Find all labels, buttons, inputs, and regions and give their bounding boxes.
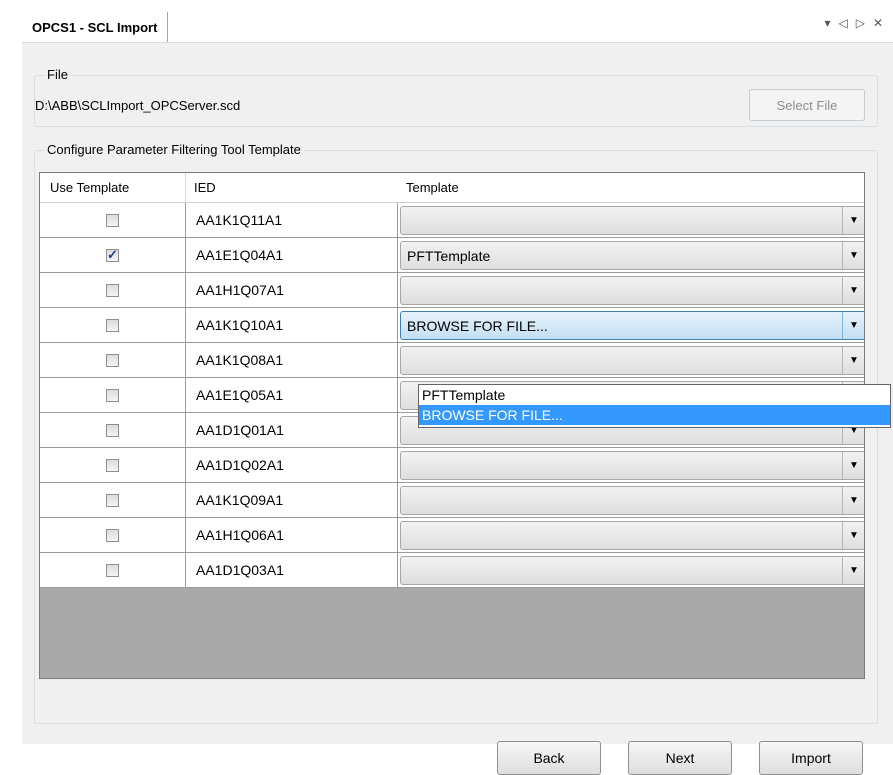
template-combobox[interactable]: BROWSE FOR FILE... ▼ (400, 311, 864, 340)
use-template-checkbox[interactable] (106, 423, 119, 437)
dropdown-arrow-icon[interactable]: ▼ (842, 557, 864, 584)
file-group-label: File (44, 67, 71, 82)
ied-cell: AA1K1Q11A1 (186, 203, 398, 238)
document-tab-strip: OPCS1 - SCL Import ▾ ◁ ▷ ✕ (0, 0, 893, 42)
use-template-cell (40, 518, 186, 553)
table-row: AA1K1Q08A1 ▼ (40, 343, 864, 378)
dropdown-arrow-icon[interactable]: ▼ (842, 242, 864, 269)
select-file-button[interactable]: Select File (749, 89, 865, 121)
dropdown-arrow-icon[interactable]: ▼ (842, 522, 864, 549)
template-combobox[interactable]: ▼ (400, 556, 864, 585)
template-dropdown-list: PFTTemplate BROWSE FOR FILE... (418, 384, 891, 428)
template-cell: ▼ (398, 343, 864, 378)
template-combobox[interactable]: ▼ (400, 521, 864, 550)
next-button[interactable]: Next (628, 741, 732, 775)
use-template-checkbox[interactable] (106, 247, 119, 263)
column-header-use-template[interactable]: Use Template (40, 173, 186, 202)
ied-cell: AA1K1Q09A1 (186, 483, 398, 518)
template-cell: ▼ (398, 518, 864, 553)
use-template-cell (40, 238, 186, 273)
use-template-checkbox[interactable] (106, 458, 119, 472)
ied-cell: AA1E1Q05A1 (186, 378, 398, 413)
table-row: AA1K1Q10A1 BROWSE FOR FILE... ▼ (40, 308, 864, 343)
ied-cell: AA1E1Q04A1 (186, 238, 398, 273)
ied-cell: AA1H1Q07A1 (186, 273, 398, 308)
close-icon[interactable]: ✕ (873, 16, 883, 30)
template-cell: ▼ (398, 448, 864, 483)
table-row: AA1D1Q03A1 ▼ (40, 553, 864, 588)
template-cell: PFTTemplate ▼ (398, 238, 864, 273)
template-cell: ▼ (398, 273, 864, 308)
configure-template-group-label: Configure Parameter Filtering Tool Templ… (44, 142, 304, 157)
template-cell: ▼ (398, 483, 864, 518)
scroll-right-icon[interactable]: ▷ (856, 16, 865, 30)
template-cell: ▼ (398, 203, 864, 238)
use-template-checkbox[interactable] (106, 493, 119, 507)
dropdown-arrow-icon[interactable]: ▼ (842, 277, 864, 304)
use-template-cell (40, 343, 186, 378)
use-template-checkbox[interactable] (106, 388, 119, 402)
use-template-cell (40, 273, 186, 308)
template-combobox-value: BROWSE FOR FILE... (407, 317, 548, 334)
use-template-cell (40, 553, 186, 588)
ied-cell: AA1K1Q08A1 (186, 343, 398, 378)
use-template-checkbox[interactable] (106, 353, 119, 367)
table-row: AA1K1Q11A1 ▼ (40, 203, 864, 238)
use-template-checkbox[interactable] (106, 318, 119, 332)
template-combobox[interactable]: ▼ (400, 346, 864, 375)
use-template-cell (40, 413, 186, 448)
use-template-checkbox[interactable] (106, 563, 119, 577)
dropdown-arrow-icon[interactable]: ▼ (842, 207, 864, 234)
dropdown-arrow-icon[interactable]: ▼ (842, 487, 864, 514)
table-row: AA1H1Q06A1 ▼ (40, 518, 864, 553)
back-button[interactable]: Back (497, 741, 601, 775)
template-cell: BROWSE FOR FILE... ▼ (398, 308, 864, 343)
template-cell: ▼ (398, 553, 864, 588)
use-template-cell (40, 378, 186, 413)
use-template-cell (40, 203, 186, 238)
template-combobox[interactable]: ▼ (400, 206, 864, 235)
dropdown-option-browse-for-file[interactable]: BROWSE FOR FILE... (419, 405, 890, 425)
table-row: AA1K1Q09A1 ▼ (40, 483, 864, 518)
template-combobox[interactable]: ▼ (400, 451, 864, 480)
template-combobox-value: PFTTemplate (407, 247, 491, 264)
import-button[interactable]: Import (759, 741, 863, 775)
template-combobox[interactable]: PFTTemplate ▼ (400, 241, 864, 270)
dropdown-option-pfttemplate[interactable]: PFTTemplate (419, 385, 890, 405)
tab-title: OPCS1 - SCL Import (32, 19, 158, 35)
template-combobox[interactable]: ▼ (400, 276, 864, 305)
ied-cell: AA1D1Q03A1 (186, 553, 398, 588)
ied-cell: AA1K1Q10A1 (186, 308, 398, 343)
use-template-checkbox[interactable] (106, 213, 119, 227)
table-row: AA1D1Q02A1 ▼ (40, 448, 864, 483)
file-path-field: D:\ABB\SCLImport_OPCServer.scd (35, 95, 729, 117)
ied-cell: AA1H1Q06A1 (186, 518, 398, 553)
dropdown-arrow-icon[interactable]: ▼ (842, 452, 864, 479)
table-row: AA1E1Q04A1 PFTTemplate ▼ (40, 238, 864, 273)
use-template-cell (40, 448, 186, 483)
tab-list-dropdown-icon[interactable]: ▾ (824, 16, 830, 30)
dropdown-arrow-icon[interactable]: ▼ (842, 347, 864, 374)
tab-opcs1-scl-import[interactable]: OPCS1 - SCL Import (22, 12, 169, 42)
use-template-cell (40, 308, 186, 343)
use-template-checkbox[interactable] (106, 528, 119, 542)
use-template-checkbox[interactable] (106, 283, 119, 297)
tab-controls: ▾ ◁ ▷ ✕ (824, 16, 883, 30)
table-row: AA1H1Q07A1 ▼ (40, 273, 864, 308)
dropdown-arrow-icon[interactable]: ▼ (842, 312, 864, 339)
use-template-cell (40, 483, 186, 518)
wizard-panel: File D:\ABB\SCLImport_OPCServer.scd Sele… (22, 42, 893, 775)
column-header-template[interactable]: Template (398, 173, 864, 202)
template-combobox[interactable]: ▼ (400, 486, 864, 515)
ied-cell: AA1D1Q01A1 (186, 413, 398, 448)
grid-header: Use Template IED Template (40, 173, 864, 203)
column-header-ied[interactable]: IED (186, 173, 398, 202)
scroll-left-icon[interactable]: ◁ (838, 16, 847, 30)
ied-cell: AA1D1Q02A1 (186, 448, 398, 483)
